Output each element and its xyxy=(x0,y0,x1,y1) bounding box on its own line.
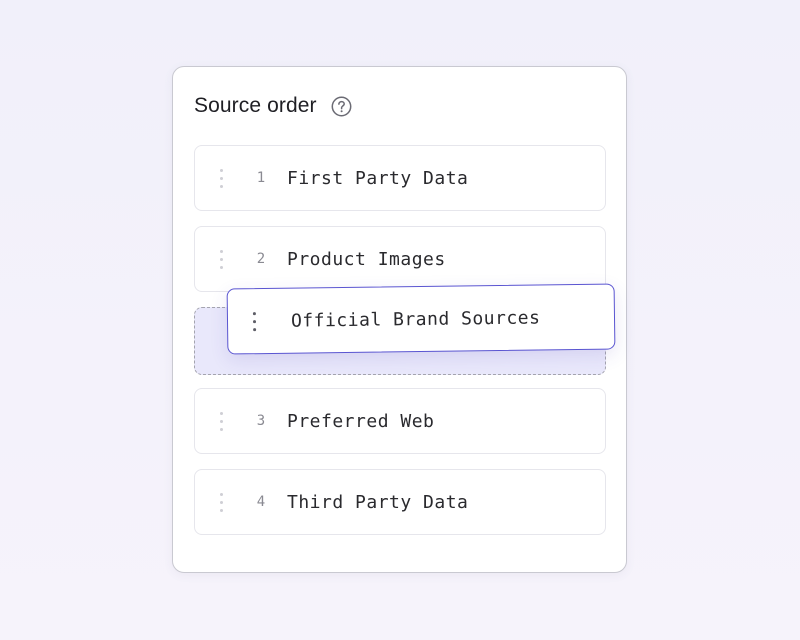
dragging-item-label: Official Brand Sources xyxy=(290,306,541,332)
panel-header: Source order xyxy=(194,92,352,120)
source-item[interactable]: 4 Third Party Data xyxy=(194,469,606,535)
item-label: Product Images xyxy=(287,248,446,270)
item-label: First Party Data xyxy=(287,167,469,189)
source-item[interactable]: 1 First Party Data xyxy=(194,145,606,211)
dragging-source-item[interactable]: Official Brand Sources xyxy=(226,283,616,355)
drag-handle-icon[interactable] xyxy=(212,487,230,517)
item-label: Third Party Data xyxy=(287,491,469,513)
drag-handle-icon[interactable] xyxy=(212,163,230,193)
item-label: Preferred Web xyxy=(287,410,435,432)
item-number: 3 xyxy=(256,413,266,429)
item-number: 4 xyxy=(256,494,266,510)
help-icon[interactable] xyxy=(331,96,352,117)
drag-handle-icon[interactable] xyxy=(212,244,230,274)
item-number: 1 xyxy=(256,170,266,186)
panel-title: Source order xyxy=(194,94,317,117)
source-item[interactable]: 3 Preferred Web xyxy=(194,388,606,454)
source-item[interactable]: 2 Product Images xyxy=(194,226,606,292)
drag-handle-icon[interactable] xyxy=(212,406,230,436)
drag-handle-icon[interactable] xyxy=(245,306,263,336)
item-number: 2 xyxy=(256,251,266,267)
